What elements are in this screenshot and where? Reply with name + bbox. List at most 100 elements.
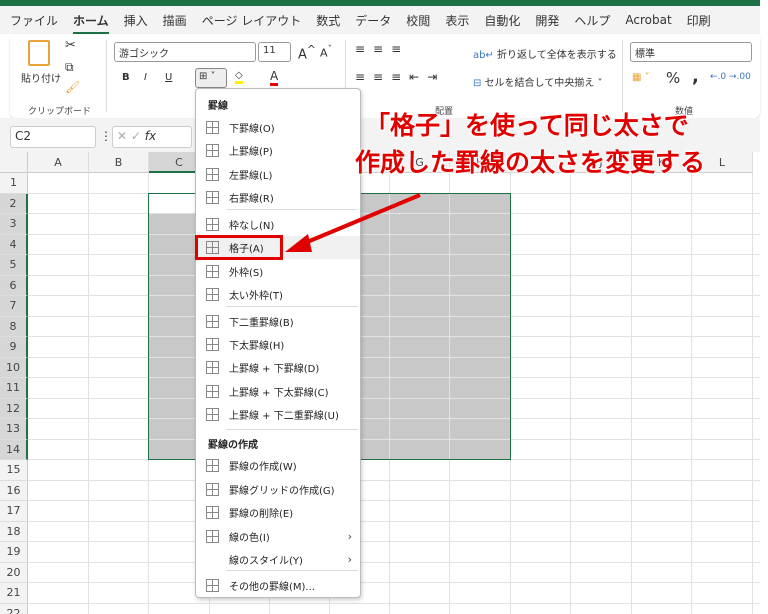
row-header-11[interactable]: 11 xyxy=(0,378,28,399)
italic-button[interactable]: I xyxy=(144,72,147,83)
tab[interactable]: ホーム xyxy=(73,12,109,34)
callout-line2: 作成した罫線の太さを変更する xyxy=(355,148,706,177)
menu-item[interactable]: 左罫線(L) xyxy=(197,163,360,186)
copy-icon[interactable]: ⧉ xyxy=(65,60,74,75)
menu-item-label: 外枠(S) xyxy=(229,268,264,279)
menu-item[interactable]: その他の罫線(M)... xyxy=(197,574,360,597)
formula-buttons[interactable]: ✕ ✓ fx xyxy=(112,126,192,148)
column-header-b[interactable]: B xyxy=(89,152,149,173)
gridline xyxy=(28,520,760,522)
row-header-18[interactable]: 18 xyxy=(0,521,28,542)
underline-button[interactable]: U xyxy=(165,72,172,83)
increase-font-icon[interactable]: A^ xyxy=(298,43,316,62)
tab[interactable]: 自動化 xyxy=(484,12,520,29)
menu-item[interactable]: 罫線の作成(W) xyxy=(197,454,360,477)
row-header-21[interactable]: 21 xyxy=(0,583,28,604)
row-header-5[interactable]: 5 xyxy=(0,255,28,276)
gridline xyxy=(752,173,753,614)
callout-line1: 「格子」を使って同じ太さで xyxy=(365,111,689,140)
merge-label: セルを結合して中央揃え xyxy=(484,78,595,89)
menu-item-label: 線のスタイル(Y) xyxy=(229,556,303,567)
decrease-font-icon[interactable]: Aˇ xyxy=(320,44,332,60)
paste-icon[interactable] xyxy=(28,40,50,66)
tab[interactable]: 数式 xyxy=(316,12,340,29)
gridline xyxy=(88,173,89,614)
menu-item[interactable]: 罫線グリッドの作成(G) xyxy=(197,478,360,501)
gridline xyxy=(28,582,760,583)
row-header-15[interactable]: 15 xyxy=(0,460,28,481)
row-header-12[interactable]: 12 xyxy=(0,398,28,419)
menu-item[interactable]: 線のスタイル(Y) › xyxy=(197,548,360,571)
row-header-3[interactable]: 3 xyxy=(0,214,28,235)
menu-item[interactable]: 上罫線 + 下太罫線(C) xyxy=(197,380,360,403)
fx-button[interactable]: fx xyxy=(145,129,156,143)
menu-item[interactable]: 下二重罫線(B) xyxy=(197,310,360,333)
menu-item[interactable]: 上罫線 + 下罫線(D) xyxy=(197,356,360,379)
font-color-icon[interactable]: A xyxy=(270,69,279,86)
number-format-select[interactable]: 標準 xyxy=(630,42,752,62)
row-header-6[interactable]: 6 xyxy=(0,275,28,296)
name-box[interactable]: C2 xyxy=(10,126,96,148)
align-h-icons[interactable]: ≡≡≡⇤⇥ xyxy=(355,70,445,84)
row-header-4[interactable]: 4 xyxy=(0,234,28,255)
menu-item-label: 右罫線(R) xyxy=(229,194,274,205)
currency-icon[interactable]: ▦ ˅ xyxy=(632,72,650,83)
row-header-13[interactable]: 13 xyxy=(0,419,28,440)
merge-center-button[interactable]: ⊟ セルを結合して中央揃え ˅ xyxy=(473,74,602,89)
menu-item[interactable]: 太い外枠(T) xyxy=(197,283,360,306)
tab[interactable]: 描画 xyxy=(163,12,187,29)
format-painter-icon[interactable]: 🖌 xyxy=(65,80,80,94)
row-header-9[interactable]: 9 xyxy=(0,337,28,358)
font-size-select[interactable]: 11 xyxy=(258,42,291,62)
menu-item[interactable]: 下罫線(O) xyxy=(197,116,360,139)
tab[interactable]: 開発 xyxy=(535,12,559,29)
row-header-1[interactable]: 1 xyxy=(0,173,28,194)
row-header-10[interactable]: 10 xyxy=(0,357,28,378)
row-header-20[interactable]: 20 xyxy=(0,562,28,583)
paste-button[interactable]: 貼り付け xyxy=(21,70,61,85)
row-header-8[interactable]: 8 xyxy=(0,316,28,337)
menu-item[interactable]: 下太罫線(H) xyxy=(197,333,360,356)
percent-button[interactable]: % xyxy=(666,69,680,87)
select-all-button[interactable] xyxy=(0,152,28,173)
font-name-select[interactable]: 游ゴシック xyxy=(114,42,256,62)
tab[interactable]: Acrobat xyxy=(625,13,671,27)
cut-icon[interactable]: ✂ xyxy=(65,38,76,53)
menu-item-label: 枠なし(N) xyxy=(229,221,275,232)
row-header-14[interactable]: 14 xyxy=(0,439,28,460)
menu-item[interactable]: 線の色(I) › xyxy=(197,525,360,548)
row-header-19[interactable]: 19 xyxy=(0,542,28,563)
menu-item[interactable]: 上罫線(P) xyxy=(197,139,360,162)
fill-color-icon[interactable]: ◇ xyxy=(235,70,243,84)
row-header-2[interactable]: 2 xyxy=(0,193,28,214)
tab[interactable]: ヘルプ xyxy=(574,12,610,29)
row-header-16[interactable]: 16 xyxy=(0,480,28,501)
tab[interactable]: ファイル xyxy=(10,12,58,29)
arrow-icon xyxy=(285,193,421,252)
tab[interactable]: ページ レイアウト xyxy=(202,12,302,29)
row-header-22[interactable]: 22 xyxy=(0,603,28,614)
row-header-7[interactable]: 7 xyxy=(0,296,28,317)
gridline xyxy=(631,173,632,614)
menu-item[interactable]: 外枠(S) xyxy=(197,260,360,283)
border-icon xyxy=(206,288,219,301)
menu-item-label: その他の罫線(M)... xyxy=(229,582,315,593)
border-icon xyxy=(206,218,219,231)
menu-item[interactable]: 上罫線 + 下二重罫線(U) xyxy=(197,403,360,426)
column-header-a[interactable]: A xyxy=(28,152,89,173)
decimal-icons[interactable]: ←.0 →.00 xyxy=(710,72,751,82)
gridline xyxy=(28,602,760,604)
menu-item[interactable]: 罫線の削除(E) xyxy=(197,501,360,524)
row-header-17[interactable]: 17 xyxy=(0,501,28,522)
tab[interactable]: データ xyxy=(355,12,391,29)
align-icons[interactable]: ≡≡≡ xyxy=(355,42,409,56)
bold-button[interactable]: B xyxy=(122,72,130,83)
border-icon xyxy=(206,121,219,134)
tab[interactable]: 表示 xyxy=(445,12,469,29)
tab[interactable]: 印刷 xyxy=(687,12,711,29)
borders-button[interactable]: ⊞ ˅ xyxy=(195,68,227,88)
tab[interactable]: 校閲 xyxy=(406,12,430,29)
comma-button[interactable]: , xyxy=(692,66,699,87)
wrap-text-button[interactable]: ab↵ 折り返して全体を表示する xyxy=(473,46,617,61)
tab[interactable]: 挿入 xyxy=(124,12,148,29)
